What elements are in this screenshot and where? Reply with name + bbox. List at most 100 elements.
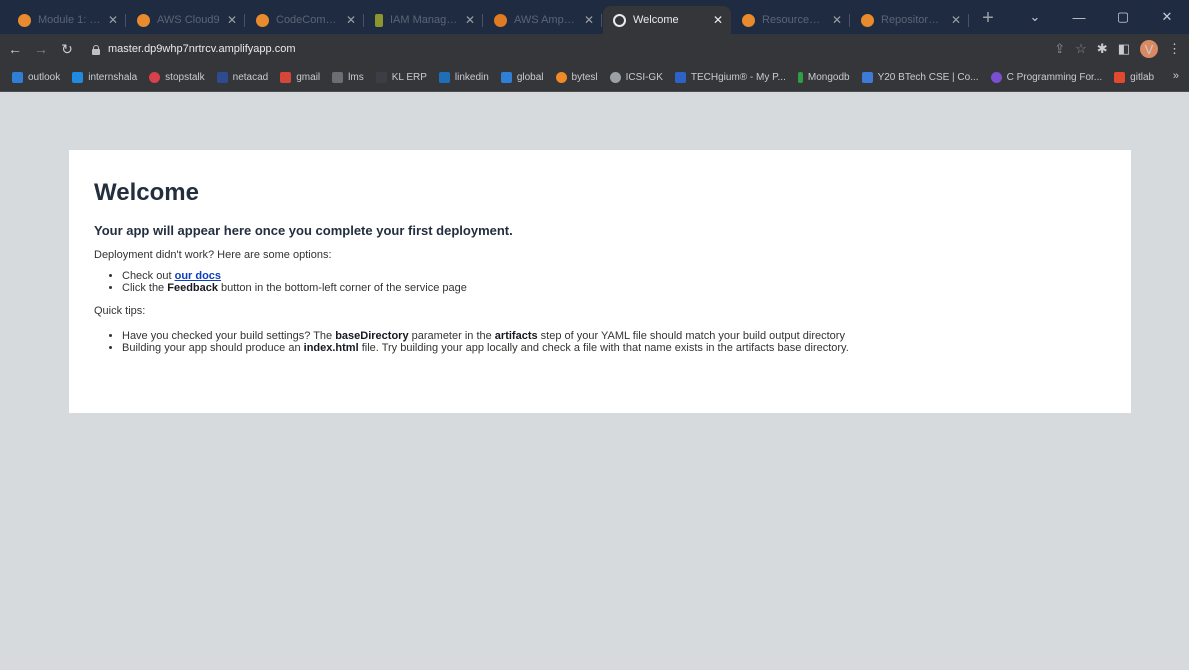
url-text: master.dp9whp7nrtrcv.amplifyapp.com (108, 43, 296, 55)
close-icon[interactable]: ✕ (227, 13, 237, 27)
bookmark-mongodb[interactable]: Mongodb (797, 72, 850, 83)
bookmark-label: KL ERP (391, 72, 427, 83)
share-icon[interactable]: ⇪ (1054, 41, 1065, 57)
close-icon[interactable]: ✕ (713, 13, 723, 27)
reload-icon[interactable]: ↻ (56, 41, 78, 58)
address-bar[interactable]: master.dp9whp7nrtrcv.amplifyapp.com (88, 38, 1048, 60)
globe-icon (613, 13, 626, 27)
bookmark-techgium[interactable]: TECHgium® - My P... (674, 72, 786, 83)
page-subtitle: Your app will appear here once you compl… (94, 223, 513, 238)
bookmark-label: gmail (296, 72, 321, 83)
tab-module[interactable]: Module 1: Slate ✕ (8, 6, 126, 34)
star-icon[interactable]: ☆ (1075, 41, 1087, 57)
bookmark-internshala[interactable]: internshala (72, 72, 137, 83)
menu-icon[interactable]: ⋮ (1168, 41, 1181, 57)
global-icon (500, 72, 512, 83)
tips-list: Have you checked your build settings? Th… (94, 330, 1106, 354)
tab-title: Module 1: Slate (38, 14, 101, 26)
tab-title: Welcome (633, 14, 679, 26)
stopstalk-icon (149, 72, 161, 83)
close-icon[interactable]: ✕ (108, 13, 118, 27)
tab-title: Repository | Wiz (881, 14, 944, 26)
option-text: Click the (122, 282, 168, 294)
bookmark-y20-btech[interactable]: Y20 BTech CSE | Co... (861, 72, 979, 83)
tab-codecommit[interactable]: CodeCommit - ... ✕ (246, 6, 364, 34)
toolbar-actions: ⇪ ☆ ✱ ◧ V ⋮ (1054, 34, 1181, 64)
bookmark-label: internshala (88, 72, 138, 83)
lms-icon (332, 72, 344, 83)
restore-icon[interactable]: ▢ (1101, 9, 1145, 25)
extensions-icon[interactable]: ✱ (1097, 41, 1108, 57)
browser-toolbar: ← → ↻ master.dp9whp7nrtrcv.amplifyapp.co… (0, 34, 1189, 64)
index-html-keyword: index.html (303, 342, 359, 354)
gmail-icon (280, 72, 292, 83)
sidepanel-icon[interactable]: ◧ (1118, 41, 1130, 57)
bookmark-netacad[interactable]: netacad (216, 72, 269, 83)
bookmark-label: linkedin (454, 72, 489, 83)
bookmark-stopstalk[interactable]: stopstalk (149, 72, 205, 83)
close-icon[interactable]: ✕ (951, 13, 961, 27)
welcome-card: Welcome Your app will appear here once y… (69, 150, 1131, 413)
netacad-icon (216, 72, 228, 83)
c-programming-icon (990, 72, 1002, 83)
close-icon[interactable]: ✕ (465, 13, 475, 27)
close-icon[interactable]: ✕ (584, 13, 594, 27)
list-item: Check out our docs (122, 270, 1106, 282)
tab-amplify[interactable]: AWS Amplify co ✕ (484, 6, 602, 34)
tip-text: Building your app should produce an (122, 342, 304, 354)
more-bookmarks-icon[interactable]: » (1173, 70, 1179, 82)
bookmark-c-programming[interactable]: C Programming For... (990, 72, 1103, 83)
quick-tips-heading: Quick tips: (94, 305, 146, 317)
tab-resources[interactable]: Resources - AWS ✕ (732, 6, 850, 34)
bookmark-linkedin[interactable]: linkedin (438, 72, 489, 83)
artifacts-keyword: artifacts (494, 330, 538, 342)
page-title: Welcome (94, 179, 199, 206)
internshala-icon (72, 72, 84, 83)
amplify-icon (494, 13, 507, 27)
profile-avatar[interactable]: V (1140, 40, 1158, 58)
close-window-icon[interactable]: ✕ (1145, 9, 1189, 25)
bookmark-outlook[interactable]: outlook (12, 72, 60, 83)
back-icon[interactable]: ← (4, 41, 26, 57)
bookmark-label: ICSI-GK (625, 72, 663, 83)
bookmark-label: C Programming For... (1006, 72, 1103, 83)
forward-icon[interactable]: → (30, 41, 52, 57)
bookmark-label: Y20 BTech CSE | Co... (877, 72, 979, 83)
close-icon[interactable]: ✕ (832, 13, 842, 27)
bookmark-bytesl[interactable]: bytesl (555, 72, 598, 83)
tab-repository[interactable]: Repository | Wiz ✕ (851, 6, 969, 34)
bookmark-global[interactable]: global (500, 72, 544, 83)
tab-welcome[interactable]: Welcome ✕ (603, 6, 731, 34)
bookmark-gitlab[interactable]: gitlab (1114, 72, 1154, 83)
tab-title: IAM Managemen (390, 14, 458, 26)
tab-search-icon[interactable]: ⌄ (1013, 9, 1057, 25)
our-docs-link[interactable]: our docs (175, 270, 221, 282)
lock-icon[interactable] (92, 44, 100, 55)
tab-aws-cloud9[interactable]: AWS Cloud9 ✕ (127, 6, 245, 34)
module-icon (18, 13, 31, 27)
option-text: Check out (122, 270, 175, 282)
bookmark-label: outlook (28, 72, 61, 83)
bookmark-gmail[interactable]: gmail (280, 72, 320, 83)
tip-text: parameter in the (408, 330, 495, 342)
close-icon[interactable]: ✕ (346, 13, 356, 27)
bookmark-label: stopstalk (165, 72, 205, 83)
globe-icon (609, 72, 621, 83)
kl-erp-icon (375, 72, 387, 83)
bookmark-label: netacad (232, 72, 269, 83)
list-item: Have you checked your build settings? Th… (122, 330, 1106, 342)
feedback-keyword: Feedback (167, 282, 218, 294)
iam-icon (375, 13, 383, 27)
bookmark-kl-erp[interactable]: KL ERP (375, 72, 427, 83)
tab-title: AWS Amplify co (514, 14, 577, 26)
bookmark-icsi-gk[interactable]: ICSI-GK (609, 72, 663, 83)
gitlab-icon (1114, 72, 1126, 83)
tab-iam[interactable]: IAM Managemen ✕ (365, 6, 483, 34)
basedirectory-keyword: baseDirectory (335, 330, 409, 342)
list-item: Building your app should produce an inde… (122, 342, 1106, 354)
minimize-icon[interactable]: — (1057, 10, 1101, 25)
option-text: button in the bottom-left corner of the … (218, 282, 467, 294)
tab-list: Module 1: Slate ✕ AWS Cloud9 ✕ CodeCommi… (0, 0, 1002, 34)
bookmark-lms[interactable]: lms (332, 72, 364, 83)
new-tab-button[interactable]: + (974, 4, 1002, 32)
